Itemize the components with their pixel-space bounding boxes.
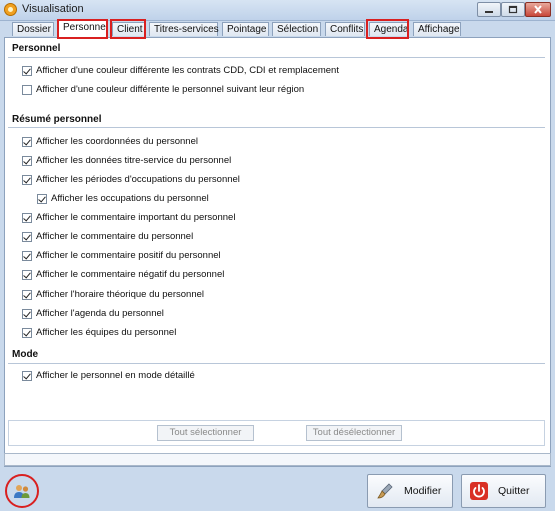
close-icon xyxy=(534,5,542,14)
option-row[interactable]: Afficher les coordonnées du personnel xyxy=(22,136,198,147)
checkbox[interactable] xyxy=(22,84,32,95)
option-label: Afficher le commentaire positif du perso… xyxy=(36,250,221,261)
option-label: Afficher le personnel en mode détaillé xyxy=(36,370,195,381)
minimize-icon xyxy=(485,11,493,13)
users-button[interactable] xyxy=(10,480,34,502)
power-icon xyxy=(470,482,488,500)
checkbox[interactable] xyxy=(22,231,32,242)
option-row[interactable]: Afficher le commentaire du personnel xyxy=(22,231,193,242)
option-row-nested[interactable]: Afficher les occupations du personnel xyxy=(37,193,209,204)
checkbox[interactable] xyxy=(22,308,32,319)
checkbox[interactable] xyxy=(22,212,32,223)
option-label: Afficher les coordonnées du personnel xyxy=(36,136,198,147)
option-row[interactable]: Afficher l'agenda du personnel xyxy=(22,308,164,319)
maximize-icon xyxy=(508,5,518,14)
checkbox[interactable] xyxy=(22,289,32,300)
checkbox[interactable] xyxy=(37,193,47,204)
maximize-button[interactable] xyxy=(501,2,525,17)
option-label: Afficher l'agenda du personnel xyxy=(36,308,164,319)
tab-selection[interactable]: Sélection xyxy=(272,22,321,36)
option-row[interactable]: Afficher les périodes d'occupations du p… xyxy=(22,174,240,185)
option-row[interactable]: Afficher le personnel en mode détaillé xyxy=(22,370,195,381)
option-row[interactable]: Afficher les données titre-service du pe… xyxy=(22,155,231,166)
modify-button[interactable]: Modifier xyxy=(367,474,453,508)
minimize-button[interactable] xyxy=(477,2,501,17)
quit-label: Quitter xyxy=(498,485,530,497)
section-title-personnel: Personnel xyxy=(12,43,61,54)
option-label: Afficher le commentaire négatif du perso… xyxy=(36,269,225,280)
checkbox[interactable] xyxy=(22,174,32,185)
option-label: Afficher les périodes d'occupations du p… xyxy=(36,174,240,185)
tab-titres-services[interactable]: Titres-services xyxy=(149,22,219,36)
option-row[interactable]: Afficher l'horaire théorique du personne… xyxy=(22,289,204,300)
checkbox[interactable] xyxy=(22,136,32,147)
option-row[interactable]: Afficher d'une couleur différente le per… xyxy=(22,84,304,95)
tab-agenda[interactable]: Agenda xyxy=(369,22,409,36)
brush-icon xyxy=(376,482,394,500)
app-icon xyxy=(4,3,17,16)
users-icon xyxy=(14,485,30,498)
selection-button-group xyxy=(8,420,545,446)
status-bar xyxy=(4,453,551,466)
checkbox[interactable] xyxy=(22,269,32,280)
option-label: Afficher d'une couleur différente les co… xyxy=(36,65,339,76)
section-title-resume: Résumé personnel xyxy=(12,114,102,125)
close-button[interactable] xyxy=(525,2,551,17)
tab-pointage[interactable]: Pointage xyxy=(222,22,269,36)
checkbox[interactable] xyxy=(22,370,32,381)
tab-personnel[interactable]: Personnel xyxy=(58,20,108,37)
checkbox[interactable] xyxy=(22,65,32,76)
option-row[interactable]: Afficher le commentaire important du per… xyxy=(22,212,235,223)
title-bar: Visualisation xyxy=(0,0,555,21)
option-row[interactable]: Afficher les équipes du personnel xyxy=(22,327,176,338)
option-label: Afficher les équipes du personnel xyxy=(36,327,177,338)
tab-affichage[interactable]: Affichage xyxy=(413,22,461,36)
modify-label: Modifier xyxy=(404,485,442,497)
select-all-button[interactable]: Tout sélectionner xyxy=(157,425,254,441)
divider xyxy=(8,363,545,364)
checkbox[interactable] xyxy=(22,327,32,338)
checkbox[interactable] xyxy=(22,155,32,166)
option-label: Afficher le commentaire du personnel xyxy=(36,231,194,242)
checkbox[interactable] xyxy=(22,250,32,261)
option-label: Afficher l'horaire théorique du personne… xyxy=(36,289,204,300)
option-label: Afficher le commentaire important du per… xyxy=(36,212,236,223)
window-title: Visualisation xyxy=(22,3,84,15)
option-row[interactable]: Afficher le commentaire négatif du perso… xyxy=(22,269,224,280)
section-title-mode: Mode xyxy=(12,349,39,360)
quit-button[interactable]: Quitter xyxy=(461,474,546,508)
option-row[interactable]: Afficher d'une couleur différente les co… xyxy=(22,65,339,76)
tab-conflits[interactable]: Conflits xyxy=(325,22,365,36)
option-label: Afficher les données titre-service du pe… xyxy=(36,155,232,166)
tab-client[interactable]: Client xyxy=(112,22,145,36)
option-label: Afficher d'une couleur différente le per… xyxy=(36,84,305,95)
option-label: Afficher les occupations du personnel xyxy=(51,193,209,204)
tab-dossier[interactable]: Dossier xyxy=(12,22,54,36)
option-row[interactable]: Afficher le commentaire positif du perso… xyxy=(22,250,221,261)
divider xyxy=(8,127,545,128)
divider xyxy=(8,57,545,58)
deselect-all-button[interactable]: Tout désélectionner xyxy=(306,425,402,441)
